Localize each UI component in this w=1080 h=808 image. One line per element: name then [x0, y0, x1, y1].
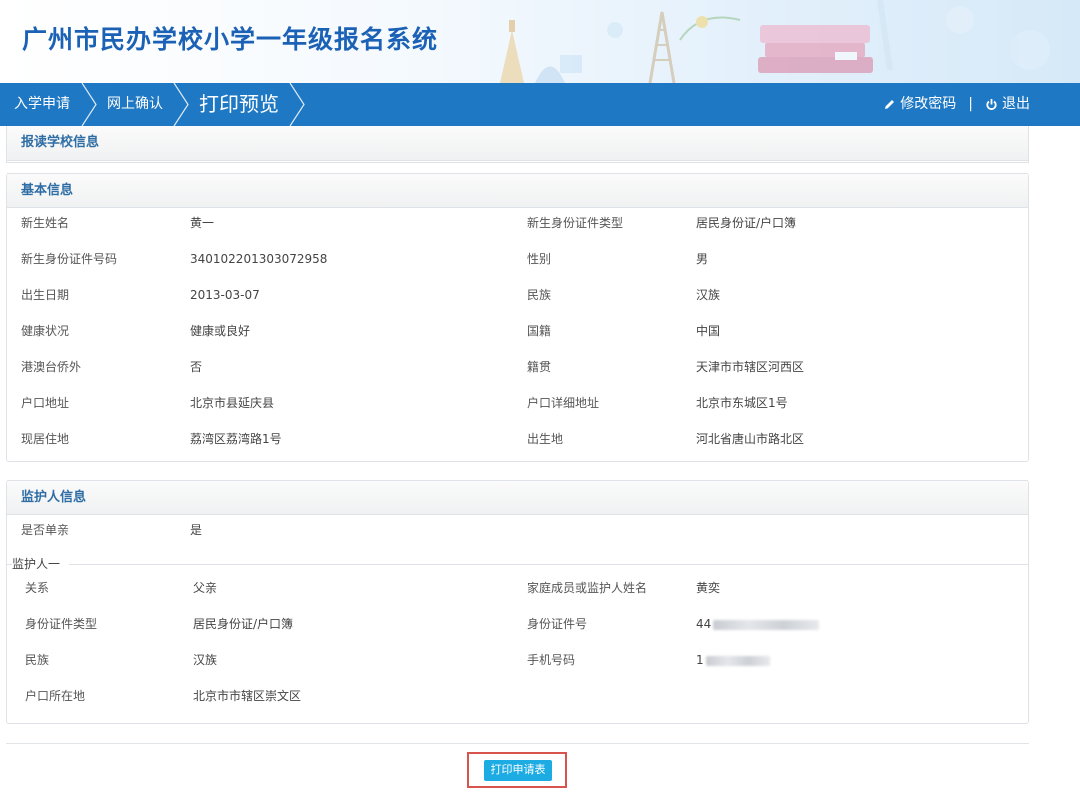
- field-label: 户口地址: [21, 396, 70, 410]
- field-value: 天津市市辖区河西区: [696, 360, 805, 374]
- basic-info-panel: 基本信息 新生姓名 黄一 新生身份证件类型 居民身份证/户口簿 新生身份证件号码…: [6, 173, 1029, 462]
- field-value: 北京市市辖区崇文区: [193, 689, 302, 703]
- field-label: 新生身份证件号码: [21, 252, 118, 266]
- logout-link[interactable]: 退出: [985, 83, 1030, 126]
- field-value: 340102201303072958: [190, 252, 328, 266]
- phone-visible: 1: [696, 653, 704, 667]
- phone-value: 1: [696, 650, 770, 670]
- highlight-box: 打印申请表: [467, 752, 567, 788]
- id-number-value: 44: [696, 614, 820, 634]
- field-value: 河北省唐山市路北区: [696, 432, 805, 446]
- field-label: 户口所在地: [25, 689, 86, 703]
- user-actions: 修改密码 | 退出: [883, 83, 1030, 126]
- field-label: 新生身份证件类型: [527, 216, 624, 230]
- field-label: 出生地: [527, 432, 564, 446]
- field-value: 荔湾区荔湾路1号: [190, 432, 282, 446]
- field-value: 黄一: [190, 216, 215, 230]
- single-parent-value: 是: [190, 523, 203, 537]
- logout-label: 退出: [1002, 96, 1030, 112]
- field-label: 手机号码: [527, 653, 576, 667]
- field-label: 户口详细地址: [527, 396, 600, 410]
- field-label: 家庭成员或监护人姓名: [527, 581, 648, 595]
- nav-bar: 入学申请 网上确认 打印预览 修改密码 | 退出: [0, 83, 1080, 126]
- field-value: 中国: [696, 324, 721, 338]
- field-label: 身份证件类型: [25, 617, 98, 631]
- breadcrumb-step-apply[interactable]: 入学申请: [14, 83, 70, 126]
- basic-info-title: 基本信息: [7, 173, 1028, 208]
- field-value: 居民身份证/户口簿: [193, 617, 294, 631]
- redacted-block: [713, 619, 820, 630]
- divider: [6, 743, 1029, 744]
- change-password-label: 修改密码: [900, 96, 957, 112]
- field-label: 健康状况: [21, 324, 70, 338]
- page-title: 广州市民办学校小学一年级报名系统: [22, 25, 439, 54]
- redacted-block: [705, 655, 770, 666]
- change-password-link[interactable]: 修改密码: [883, 83, 956, 126]
- header-banner: 广州市民办学校小学一年级报名系统: [0, 0, 1080, 83]
- field-label: 性别: [527, 252, 552, 266]
- id-number-visible: 44: [696, 617, 712, 631]
- fieldset-border: [69, 564, 1029, 565]
- guardian-info-panel: 监护人信息 是否单亲 是 监护人一 关系 父亲 家庭成员或监护人姓名 黄奕 身份…: [6, 480, 1029, 724]
- guardian1-legend: 监护人一: [12, 555, 65, 572]
- field-value: 北京市东城区1号: [696, 396, 788, 410]
- school-info-title: 报读学校信息: [7, 126, 1028, 161]
- field-label: 国籍: [527, 324, 552, 338]
- field-label: 出生日期: [21, 288, 70, 302]
- field-label: 关系: [25, 581, 50, 595]
- single-parent-label: 是否单亲: [21, 523, 70, 537]
- print-application-button[interactable]: 打印申请表: [484, 760, 552, 781]
- power-icon: [986, 99, 997, 110]
- field-label: 民族: [527, 288, 552, 302]
- field-value: 男: [696, 252, 709, 266]
- field-label: 新生姓名: [21, 216, 70, 230]
- breadcrumb-step-print-preview[interactable]: 打印预览: [199, 83, 279, 126]
- guardian-info-title: 监护人信息: [7, 480, 1028, 515]
- field-label: 籍贯: [527, 360, 552, 374]
- nav-separator: |: [968, 96, 973, 112]
- field-value: 父亲: [193, 581, 218, 595]
- field-value: 汉族: [696, 288, 721, 302]
- field-value: 居民身份证/户口簿: [696, 216, 797, 230]
- field-label: 身份证件号: [527, 617, 588, 631]
- field-value: 黄奕: [696, 581, 721, 595]
- field-value: 2013-03-07: [190, 288, 260, 302]
- pencil-icon: [885, 100, 895, 109]
- field-label: 民族: [25, 653, 50, 667]
- field-value: 否: [190, 360, 203, 374]
- field-value: 汉族: [193, 653, 218, 667]
- field-label: 现居住地: [21, 432, 70, 446]
- field-value: 健康或良好: [190, 324, 251, 338]
- field-label: 港澳台侨外: [21, 360, 82, 374]
- school-info-panel: 报读学校信息: [6, 126, 1029, 163]
- banner-illustration: [500, 0, 1050, 83]
- field-value: 北京市县延庆县: [190, 396, 275, 410]
- breadcrumb-step-confirm[interactable]: 网上确认: [107, 83, 163, 126]
